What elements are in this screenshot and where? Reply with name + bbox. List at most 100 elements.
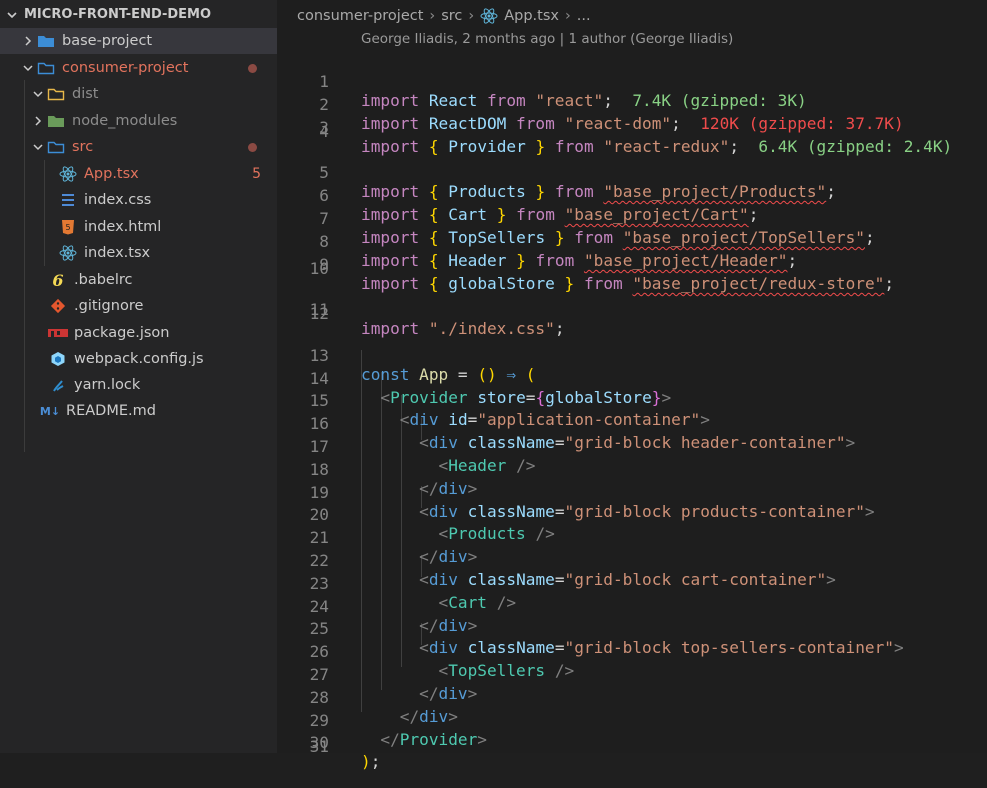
tree-item-label: src bbox=[72, 139, 94, 156]
line-number: 4 bbox=[319, 122, 329, 141]
tree-item-yarn-lock[interactable]: yarn.lock bbox=[0, 372, 277, 398]
code-line[interactable]: 30 ); bbox=[277, 712, 987, 771]
tree-item-label: dist bbox=[72, 86, 99, 103]
chevron-right-icon bbox=[30, 113, 46, 129]
code-line[interactable]: 2 import ReactDOM from "react-dom"; 120K… bbox=[277, 74, 987, 133]
code-line[interactable]: 29 </Provider> bbox=[277, 690, 987, 749]
git-blame-annotation[interactable]: George Iliadis, 2 months ago | 1 author … bbox=[361, 31, 733, 47]
code-line[interactable]: 15 <div id="application-container"> bbox=[277, 370, 987, 429]
breadcrumb-project[interactable]: consumer-project bbox=[297, 8, 423, 24]
chevron-down-icon bbox=[7, 12, 17, 19]
explorer-sidebar: MICRO-FRONT-END-DEMO base-project consum… bbox=[0, 0, 277, 753]
code-line[interactable]: 21 </div> bbox=[277, 507, 987, 566]
tree-item-index-html[interactable]: 5 index.html bbox=[0, 214, 277, 240]
tree-item-node-modules[interactable]: node_modules bbox=[0, 108, 277, 134]
tree-item-src[interactable]: src bbox=[0, 134, 277, 160]
code-line[interactable]: 4 bbox=[277, 120, 987, 143]
modified-dot bbox=[248, 63, 257, 73]
tree-item-label: index.css bbox=[84, 192, 152, 209]
code-line[interactable]: 24 </div> bbox=[277, 576, 987, 635]
folder-open-icon bbox=[46, 138, 66, 156]
breadcrumb-file[interactable]: App.tsx bbox=[504, 8, 559, 24]
breadcrumb-more[interactable]: ... bbox=[577, 8, 591, 24]
line-number: 12 bbox=[309, 304, 329, 323]
babel-icon: 6 bbox=[52, 270, 64, 290]
npm-icon bbox=[48, 324, 68, 342]
tree-item-dist[interactable]: dist bbox=[0, 81, 277, 107]
code-line[interactable]: 10 bbox=[277, 257, 987, 280]
code-line[interactable]: 13 const App = () ⇒ ( bbox=[277, 325, 987, 384]
folder-icon bbox=[36, 32, 56, 50]
tree-item-app-tsx[interactable]: App.tsx 5 bbox=[0, 161, 277, 187]
code-line[interactable]: 23 <Cart /> bbox=[277, 553, 987, 612]
workspace-title: MICRO-FRONT-END-DEMO bbox=[24, 7, 212, 22]
tree-item-label: .babelrc bbox=[74, 272, 133, 289]
tree-item-label: index.html bbox=[84, 219, 162, 236]
line-number: 31 bbox=[309, 737, 329, 756]
code-line[interactable]: 20 <Products /> bbox=[277, 484, 987, 543]
tree-item-gitignore[interactable]: .gitignore bbox=[0, 293, 277, 319]
chevron-right-icon bbox=[20, 33, 36, 49]
chevron-right-icon: › bbox=[564, 8, 571, 24]
git-icon bbox=[48, 297, 68, 315]
chevron-right-icon: › bbox=[468, 8, 475, 24]
code-line[interactable]: 26 <TopSellers /> bbox=[277, 621, 987, 680]
tree-item-label: webpack.config.js bbox=[74, 351, 204, 368]
tree-item-package-json[interactable]: package.json bbox=[0, 320, 277, 346]
breadcrumb-folder[interactable]: src bbox=[441, 8, 462, 24]
css-icon bbox=[58, 191, 78, 209]
tree-item-label: consumer-project bbox=[62, 60, 189, 77]
explorer-header[interactable]: MICRO-FRONT-END-DEMO bbox=[0, 0, 277, 30]
code-line[interactable]: 9 import { globalStore } from "base_proj… bbox=[277, 234, 987, 293]
code-line[interactable]: 27 </div> bbox=[277, 644, 987, 703]
code-line[interactable]: 17 <Header /> bbox=[277, 416, 987, 475]
code-line[interactable]: 18 </div> bbox=[277, 439, 987, 498]
markdown-icon: M↓ bbox=[39, 404, 61, 418]
code-line[interactable]: 8 import { Header } from "base_project/H… bbox=[277, 211, 987, 270]
code-line[interactable]: 11 import "./index.css"; bbox=[277, 279, 987, 338]
code-editor[interactable]: consumer-project › src › App.tsx › ... G… bbox=[277, 0, 987, 771]
code-line[interactable]: 22 <div className="grid-block cart-conta… bbox=[277, 530, 987, 589]
problems-badge: 5 bbox=[252, 166, 261, 183]
tree-item-index-css[interactable]: index.css bbox=[0, 187, 277, 213]
tree-item-label: package.json bbox=[74, 325, 170, 342]
code-line[interactable]: 28 </div> bbox=[277, 667, 987, 726]
code-line[interactable]: 5 import { Products } from "base_project… bbox=[277, 142, 987, 201]
code-line[interactable]: 6 import { Cart } from "base_project/Car… bbox=[277, 165, 987, 224]
line-number: 10 bbox=[309, 259, 329, 278]
code-line[interactable]: 31 bbox=[277, 735, 987, 758]
folder-open-icon bbox=[46, 85, 66, 103]
tree-item-label: .gitignore bbox=[74, 298, 144, 315]
code-line[interactable]: 3 import { Provider } from "react-redux"… bbox=[277, 97, 987, 156]
tree-item-label: index.tsx bbox=[84, 245, 151, 262]
tree-item-base-project[interactable]: base-project bbox=[0, 28, 277, 55]
webpack-icon bbox=[48, 350, 68, 368]
tree-item-index-tsx[interactable]: index.tsx bbox=[0, 240, 277, 266]
tree-item-readme[interactable]: M↓ README.md bbox=[0, 398, 277, 424]
react-icon bbox=[480, 7, 498, 25]
code-line[interactable]: 16 <div className="grid-block header-con… bbox=[277, 393, 987, 452]
tree-item-babelrc[interactable]: 6 .babelrc bbox=[0, 267, 277, 293]
chevron-down-icon bbox=[30, 139, 46, 155]
tree-item-consumer-project[interactable]: consumer-project bbox=[0, 55, 277, 81]
modified-dot bbox=[248, 142, 257, 152]
code-line[interactable]: 14 <Provider store={globalStore}> bbox=[277, 348, 987, 407]
svg-text:5: 5 bbox=[65, 223, 70, 232]
code-line[interactable]: 25 <div className="grid-block top-seller… bbox=[277, 598, 987, 657]
tree-item-webpack-config[interactable]: webpack.config.js bbox=[0, 346, 277, 372]
yarn-icon bbox=[48, 376, 68, 394]
html-icon: 5 bbox=[58, 218, 78, 236]
code-line[interactable]: 12 bbox=[277, 302, 987, 325]
tree-item-label: base-project bbox=[62, 33, 153, 50]
node-folder-icon bbox=[46, 112, 66, 130]
folder-open-icon bbox=[36, 59, 56, 77]
tree-item-label: App.tsx bbox=[84, 166, 139, 183]
react-icon bbox=[58, 165, 78, 183]
code-line[interactable]: 7 import { TopSellers } from "base_proje… bbox=[277, 188, 987, 247]
chevron-down-icon bbox=[20, 60, 36, 76]
code-line[interactable]: 1 import React from "react"; 7.4K (gzipp… bbox=[277, 51, 987, 110]
react-icon bbox=[58, 244, 78, 262]
code-line[interactable]: 19 <div className="grid-block products-c… bbox=[277, 462, 987, 521]
breadcrumb: consumer-project › src › App.tsx › ... bbox=[297, 5, 591, 27]
chevron-down-icon bbox=[30, 86, 46, 102]
